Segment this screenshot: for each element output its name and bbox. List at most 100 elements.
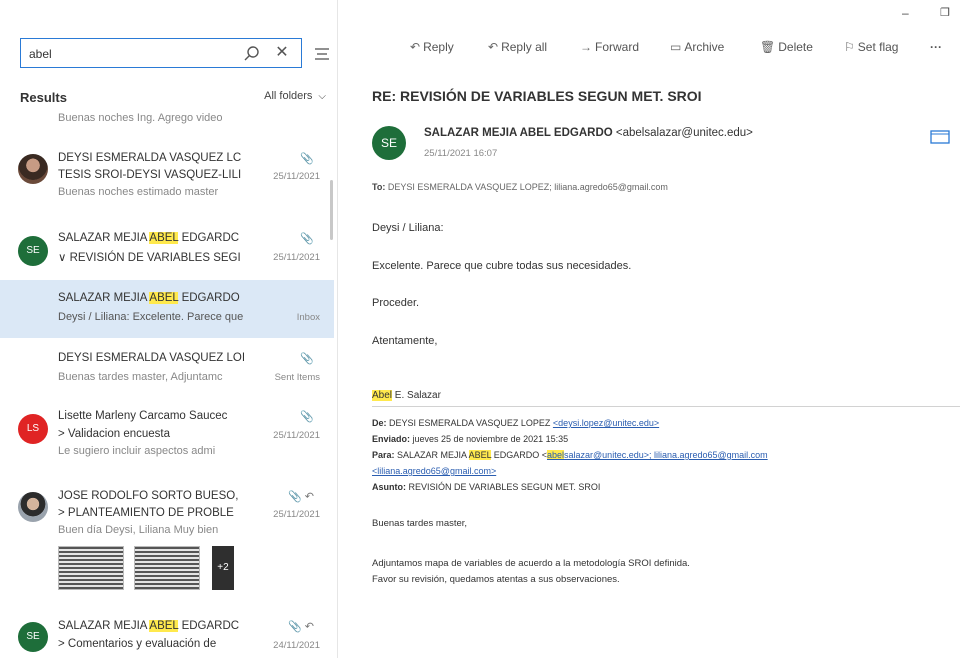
- message-list-item[interactable]: SE SALAZAR MEJIA ABEL EDGARDC 📎 ∨ REVISI…: [0, 222, 334, 282]
- message-list-item[interactable]: DEYSI ESMERALDA VASQUEZ LC 📎 TESIS SROI-…: [0, 144, 334, 214]
- recipients-line: To: DEYSI ESMERALDA VASQUEZ LOPEZ; lilia…: [372, 182, 668, 192]
- reply-all-icon: ↶: [488, 40, 499, 54]
- results-header: Results All folders ⌵: [16, 88, 326, 108]
- forward-icon: →: [580, 40, 592, 54]
- search-input[interactable]: [29, 45, 209, 63]
- quoted-sent: Enviado: jueves 25 de noviembre de 2021 …: [372, 434, 568, 444]
- sender-name: SALAZAR MEJIA: [58, 232, 150, 244]
- message-date: 25/11/2021: [273, 430, 320, 441]
- message-list-item[interactable]: SE SALAZAR MEJIA ABEL EDGARDC 📎 ↶ > Come…: [0, 610, 334, 658]
- message-sender: DEYSI ESMERALDA VASQUEZ LOI: [58, 352, 246, 364]
- search-highlight: ABEL: [149, 232, 179, 244]
- sender-name: EDGARDC: [178, 620, 240, 632]
- message-subject: TESIS SROI-DEYSI VASQUEZ-LILI: [58, 169, 242, 181]
- search-highlight: ABEL: [149, 292, 179, 304]
- trash-icon: 🗑: [760, 40, 776, 54]
- quoted-body-paragraph: Favor su revisión, quedamos atentas a su…: [372, 574, 620, 585]
- archive-label: Archive: [684, 40, 725, 54]
- quoted-to: Para: SALAZAR MEJIA ABEL EDGARDO <abelsa…: [372, 450, 768, 460]
- message-list-item-selected[interactable]: SALAZAR MEJIA ABEL EDGARDO Deysi / Lilia…: [0, 280, 334, 338]
- sender-name: EDGARDO: [178, 292, 240, 304]
- folder-filter-dropdown[interactable]: All folders ⌵: [264, 90, 326, 102]
- more-attachments-badge[interactable]: +2: [212, 546, 234, 590]
- sender-name: EDGARDC: [178, 232, 240, 244]
- body-paragraph: Excelente. Parece que cubre todas sus ne…: [372, 260, 632, 272]
- folder-tag: Sent Items: [274, 372, 320, 383]
- quoted-to-link[interactable]: <liliana.agredo65@gmail.com>: [372, 466, 496, 476]
- archive-icon: ▭: [670, 40, 682, 54]
- quoted-sent-label: Enviado:: [372, 434, 411, 444]
- open-in-new-window-icon[interactable]: [930, 128, 950, 144]
- message-date: 25/11/2021: [273, 252, 320, 263]
- quoted-to-label: Para:: [372, 450, 395, 460]
- to-label: To:: [372, 182, 386, 192]
- paperclip-icon: 📎: [300, 411, 314, 423]
- clear-search-icon[interactable]: ✕: [273, 44, 291, 62]
- sent-date: 25/11/2021 16:07: [424, 148, 498, 159]
- message-subject: > Comentarios y evaluación de: [58, 638, 217, 650]
- reply-all-button[interactable]: ↶ Reply all: [488, 40, 547, 54]
- sender-avatar: SE: [372, 126, 406, 160]
- message-list-item[interactable]: LS Lisette Marleny Carcamo Saucec 📎 > Va…: [0, 404, 334, 474]
- forward-button[interactable]: → Forward: [580, 40, 639, 54]
- more-actions-button[interactable]: ···: [930, 40, 942, 54]
- quoted-subject: Asunto: REVISIÓN DE VARIABLES SEGUN MET.…: [372, 482, 600, 492]
- search-highlight: Abel: [372, 390, 393, 401]
- quoted-to-link[interactable]: salazar@unitec.edu>; liliana.agredo65@gm…: [564, 450, 768, 460]
- signature-name: E. Salazar: [392, 390, 441, 401]
- attachment-thumbnail[interactable]: [134, 546, 200, 590]
- sender-email: <abelsalazar@unitec.edu>: [615, 127, 753, 139]
- quoted-to-name: EDGARDO <: [491, 450, 548, 460]
- avatar: [18, 154, 48, 184]
- attachment-thumbnails: +2: [58, 546, 234, 590]
- quoted-from: De: DEYSI ESMERALDA VASQUEZ LOPEZ <deysi…: [372, 418, 659, 428]
- paperclip-icon: 📎: [300, 233, 314, 245]
- quoted-to-name: SALAZAR MEJIA: [397, 450, 469, 460]
- attachment-reply-icons: 📎 ↶: [288, 491, 314, 503]
- message-list-item[interactable]: DEYSI ESMERALDA VASQUEZ LOI 📎 Buenas tar…: [0, 342, 334, 398]
- forward-label: Forward: [595, 40, 640, 54]
- email-subject: RE: REVISIÓN DE VARIABLES SEGUN MET. SRO…: [372, 88, 702, 104]
- avatar: [18, 492, 48, 522]
- quoted-from-link[interactable]: <deysi.lopez@unitec.edu>: [553, 418, 659, 428]
- minimize-icon[interactable]: –: [902, 6, 909, 20]
- avatar: SE: [18, 622, 48, 652]
- reply-button[interactable]: ↶ Reply: [410, 40, 454, 54]
- sender-line[interactable]: SALAZAR MEJIA ABEL EDGARDO <abelsalazar@…: [424, 127, 753, 139]
- folder-filter-label: All folders: [264, 90, 313, 102]
- to-value[interactable]: DEYSI ESMERALDA VASQUEZ LOPEZ; liliana.a…: [388, 182, 668, 192]
- message-list-item[interactable]: JOSE RODOLFO SORTO BUESO, 📎 ↶ > PLANTEAM…: [0, 484, 334, 612]
- quoted-sent-value: jueves 25 de noviembre de 2021 15:35: [412, 434, 569, 444]
- quoted-to-line2: <liliana.agredo65@gmail.com>: [372, 466, 496, 476]
- message-subject: > PLANTEAMIENTO DE PROBLE: [58, 507, 234, 519]
- message-sender: Lisette Marleny Carcamo Saucec: [58, 410, 228, 422]
- list-scrollbar[interactable]: [330, 180, 333, 240]
- results-label: Results: [20, 90, 67, 105]
- signature: Abel E. Salazar: [372, 390, 441, 401]
- search-box[interactable]: ✕: [20, 38, 302, 68]
- set-flag-label: Set flag: [857, 40, 899, 54]
- set-flag-button[interactable]: ⚐ Set flag: [844, 40, 898, 54]
- paperclip-icon: 📎: [300, 353, 314, 365]
- message-subject: ∨ REVISIÓN DE VARIABLES SEGI: [58, 252, 241, 264]
- message-date: 25/11/2021: [273, 171, 320, 182]
- reply-all-label: Reply all: [501, 40, 548, 54]
- quoted-subject-label: Asunto:: [372, 482, 406, 492]
- quoted-from-value: DEYSI ESMERALDA VASQUEZ LOPEZ: [389, 418, 553, 428]
- search-highlight[interactable]: abel: [547, 450, 565, 460]
- message-sender: JOSE RODOLFO SORTO BUESO,: [58, 490, 239, 502]
- restore-icon[interactable]: ❐: [940, 6, 950, 19]
- filter-icon[interactable]: [312, 44, 332, 64]
- search-icon[interactable]: [243, 45, 261, 63]
- attachment-thumbnail[interactable]: [58, 546, 124, 590]
- quoted-from-label: De:: [372, 418, 387, 428]
- archive-button[interactable]: ▭ Archive: [670, 40, 724, 54]
- flag-icon: ⚐: [844, 40, 855, 54]
- message-preview: Buenas tardes master, Adjuntamc: [58, 371, 223, 383]
- message-list: Buenas noches Ing. Agrego video DEYSI ES…: [0, 112, 337, 658]
- message-subject: > Validacion encuesta: [58, 428, 170, 440]
- quote-divider: [372, 406, 960, 407]
- delete-button[interactable]: 🗑 Delete: [760, 40, 813, 54]
- message-preview: Buen día Deysi, Liliana Muy bien: [58, 524, 219, 536]
- message-sender: SALAZAR MEJIA ABEL EDGARDC: [58, 232, 239, 244]
